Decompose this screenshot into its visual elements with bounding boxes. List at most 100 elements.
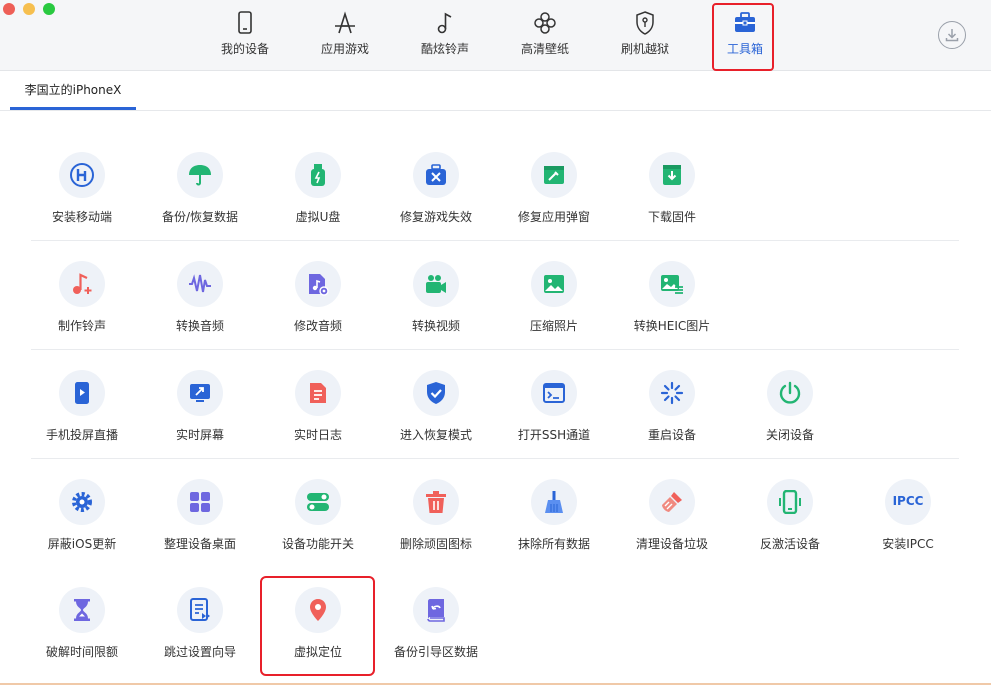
tool-label: 制作铃声 [57, 319, 106, 333]
nav-my-device[interactable]: 我的设备 [205, 10, 285, 62]
tool-download-firmware[interactable]: 下载固件 [613, 152, 731, 224]
tool-label: 整理设备桌面 [163, 537, 236, 551]
tool-organize-desktop[interactable]: 整理设备桌面 [141, 479, 259, 551]
nav-label: 刷机越狱 [620, 42, 669, 56]
tool-label: 屏蔽iOS更新 [47, 537, 117, 551]
tool-icon-bg [177, 370, 223, 416]
download-firmware-icon [663, 165, 681, 185]
tool-label: 下载固件 [647, 210, 696, 224]
tool-label: 打开SSH通道 [517, 428, 591, 442]
tool-label: 转换视频 [411, 319, 460, 333]
tool-realtime-screen[interactable]: 实时屏幕 [141, 370, 259, 442]
tool-label: 反激活设备 [759, 537, 820, 551]
tool-icon-bg [531, 479, 577, 525]
tool-convert-video[interactable]: 转换视频 [377, 261, 495, 333]
hourglass-icon [74, 599, 90, 621]
tool-shutdown-device[interactable]: 关闭设备 [731, 370, 849, 442]
tool-install-mobile[interactable]: 安装移动端 [23, 152, 141, 224]
tool-crack-time-limit[interactable]: 破解时间限额 [23, 587, 141, 659]
tool-virtual-udisk[interactable]: 虚拟U盘 [259, 152, 377, 224]
tool-label: 设备功能开关 [281, 537, 354, 551]
tool-install-ipcc[interactable]: IPCC 安装IPCC [849, 479, 967, 551]
main-nav: 我的设备 应用游戏 酷炫铃声 高清壁纸 刷机越狱 工具箱 [0, 0, 991, 70]
tool-compress-photo[interactable]: 压缩照片 [495, 261, 613, 333]
nav-flash-jailbreak[interactable]: 刷机越狱 [605, 10, 685, 62]
umbrella-icon [189, 165, 211, 186]
nav-ringtones[interactable]: 酷炫铃声 [405, 10, 485, 62]
usb-drive-icon [311, 164, 325, 186]
tool-backup-restore[interactable]: 备份/恢复数据 [141, 152, 259, 224]
nav-label: 酷炫铃声 [420, 42, 469, 56]
tool-label: 安装移动端 [51, 210, 112, 224]
tool-convert-audio[interactable]: 转换音频 [141, 261, 259, 333]
shield-check-icon [427, 382, 445, 404]
app-store-icon [335, 11, 355, 34]
photo-icon [544, 275, 564, 293]
tool-realtime-log[interactable]: 实时日志 [259, 370, 377, 442]
tool-label: 跳过设置向导 [163, 645, 236, 659]
row-divider [31, 240, 959, 241]
toolbox-highlight-box [712, 3, 774, 71]
row-divider [31, 349, 959, 350]
tool-deactivate-device[interactable]: 反激活设备 [731, 479, 849, 551]
heic-image-icon [661, 275, 683, 294]
log-document-icon [310, 383, 326, 403]
backup-boot-icon [427, 599, 445, 622]
tool-skip-setup[interactable]: 跳过设置向导 [141, 587, 259, 659]
tool-erase-all-data[interactable]: 抹除所有数据 [495, 479, 613, 551]
gear-icon [72, 492, 92, 512]
ringtone-icon [73, 273, 92, 294]
install-mobile-icon [70, 163, 94, 187]
tool-icon-bg [295, 479, 341, 525]
phone-icon [238, 11, 252, 34]
cleaning-brush-icon [662, 492, 682, 512]
tool-icon-bg [649, 261, 695, 307]
flower-icon [534, 12, 556, 34]
repair-window-icon [544, 166, 564, 184]
tool-function-switch[interactable]: 设备功能开关 [259, 479, 377, 551]
tool-icon-bg [59, 479, 105, 525]
tool-icon-bg [767, 370, 813, 416]
trash-icon [426, 491, 446, 513]
tool-repair-game[interactable]: 修复游戏失效 [377, 152, 495, 224]
tool-icon-bg [177, 261, 223, 307]
tool-block-ios-update[interactable]: 屏蔽iOS更新 [23, 479, 141, 551]
tool-label: 压缩照片 [529, 319, 578, 333]
tool-backup-boot-data[interactable]: 备份引导区数据 [377, 587, 495, 659]
broom-icon [545, 491, 563, 513]
tool-recovery-mode[interactable]: 进入恢复模式 [377, 370, 495, 442]
tool-icon-bg [177, 587, 223, 633]
virtual-location-highlight-box [260, 576, 375, 676]
tool-make-ringtone[interactable]: 制作铃声 [23, 261, 141, 333]
tool-modify-audio[interactable]: 修改音频 [259, 261, 377, 333]
tool-restart-device[interactable]: 重启设备 [613, 370, 731, 442]
audio-file-icon [309, 274, 329, 296]
ipcc-text-icon: IPCC [892, 494, 924, 508]
video-camera-icon [426, 275, 446, 293]
tool-label: 转换音频 [175, 319, 224, 333]
tool-screen-live[interactable]: 手机投屏直播 [23, 370, 141, 442]
tool-icon-bg [649, 370, 695, 416]
screen-share-icon [190, 384, 210, 402]
download-manager-button[interactable] [938, 21, 966, 49]
tool-delete-stubborn-icon[interactable]: 删除顽固图标 [377, 479, 495, 551]
tool-repair-app-popup[interactable]: 修复应用弹窗 [495, 152, 613, 224]
tool-icon-bg [531, 370, 577, 416]
skip-settings-icon [190, 598, 210, 621]
tool-clean-junk[interactable]: 清理设备垃圾 [613, 479, 731, 551]
tool-convert-heic[interactable]: 转换HEIC图片 [613, 261, 731, 333]
tool-open-ssh[interactable]: 打开SSH通道 [495, 370, 613, 442]
nav-wallpapers[interactable]: 高清壁纸 [505, 10, 585, 62]
loading-spinner-icon [660, 381, 684, 405]
tool-label: 虚拟U盘 [295, 210, 341, 224]
nav-apps-games[interactable]: 应用游戏 [305, 10, 385, 62]
tool-label: 进入恢复模式 [399, 428, 472, 442]
tool-icon-bg [413, 261, 459, 307]
device-tab[interactable]: 李国立的iPhoneX [10, 71, 136, 110]
grid-apps-icon [190, 492, 210, 512]
music-note-icon [437, 12, 452, 34]
tool-icon-bg [59, 261, 105, 307]
tool-label: 手机投屏直播 [45, 428, 118, 442]
tool-icon-bg [767, 479, 813, 525]
tool-label: 清理设备垃圾 [635, 537, 708, 551]
